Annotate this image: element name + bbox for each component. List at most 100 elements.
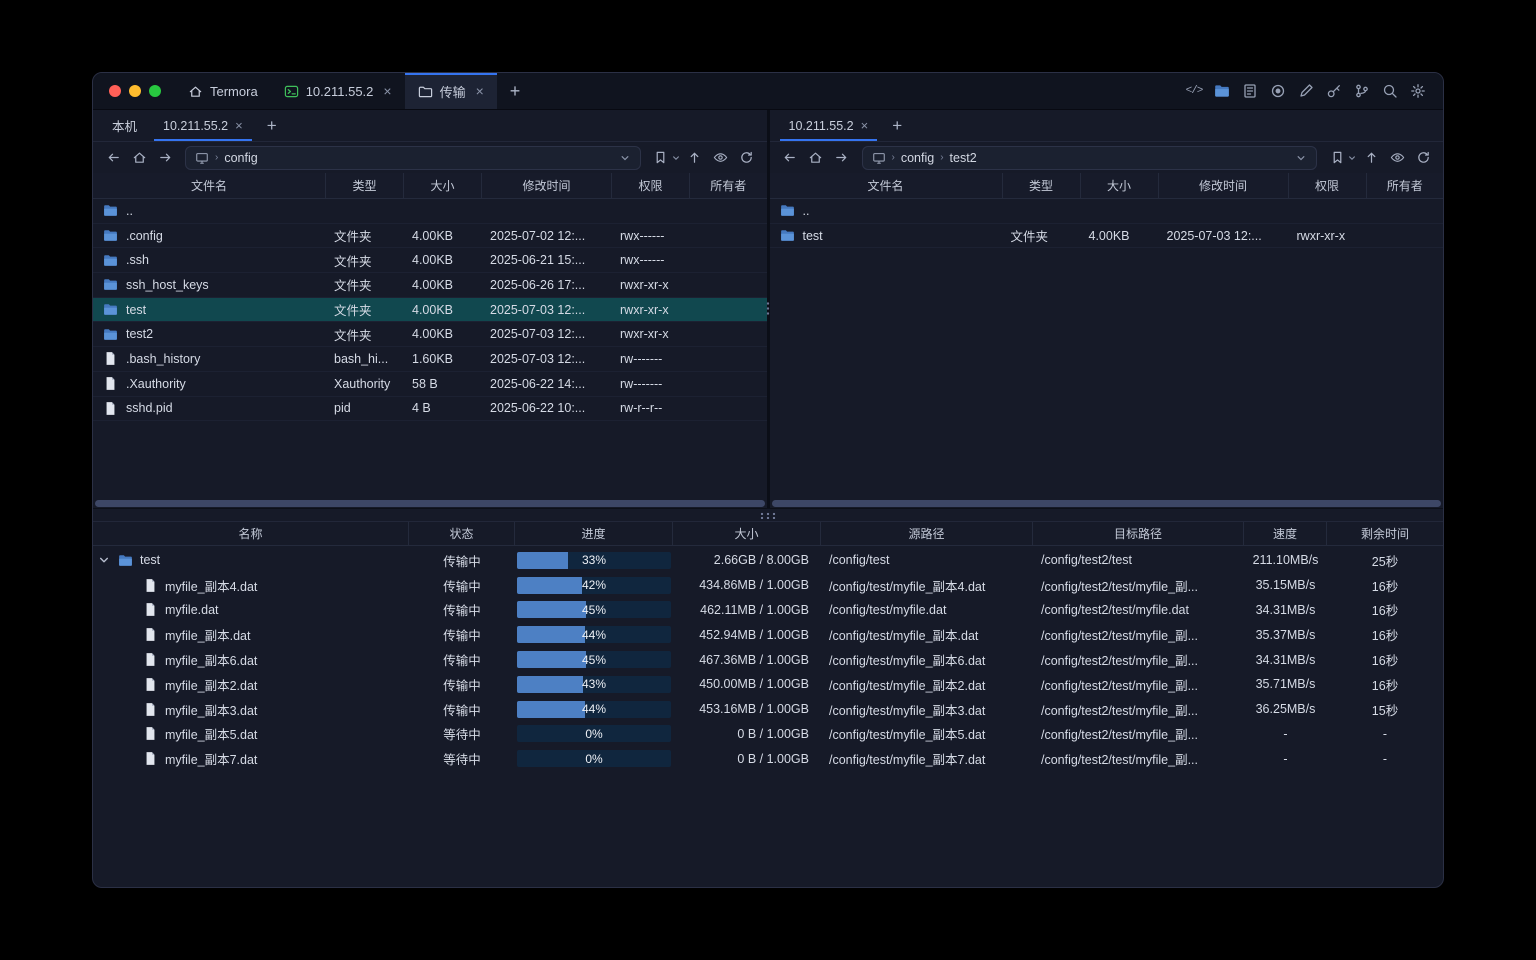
home-button[interactable] — [127, 146, 151, 170]
target-path-cell: /config/test2/test/myfile_副... — [1033, 724, 1244, 743]
record-icon[interactable] — [1266, 79, 1290, 103]
splitter-handle[interactable] — [759, 512, 777, 519]
table-cell: 4.00KB — [404, 278, 482, 292]
column-header[interactable]: 文件名 — [93, 173, 326, 198]
column-header[interactable]: 源路径 — [821, 522, 1033, 545]
column-header[interactable]: 目标路径 — [1033, 522, 1244, 545]
column-header[interactable]: 类型 — [1003, 173, 1081, 198]
left-path-bar[interactable]: ›config — [185, 146, 641, 170]
chevron-down-icon[interactable] — [1295, 152, 1307, 164]
zoom-window-button[interactable] — [149, 85, 161, 97]
folder-icon[interactable] — [1210, 79, 1234, 103]
horizontal-splitter[interactable] — [93, 508, 1443, 521]
right-new-tab-button[interactable]: + — [881, 110, 913, 141]
file-row[interactable]: .config文件夹4.00KB2025-07-02 12:...rwx----… — [93, 224, 767, 249]
column-header[interactable]: 修改时间 — [1159, 173, 1289, 198]
close-icon[interactable]: × — [383, 84, 391, 98]
file-row[interactable]: .bash_historybash_hi...1.60KB2025-07-03 … — [93, 347, 767, 372]
search-icon[interactable] — [1378, 79, 1402, 103]
back-button[interactable] — [778, 146, 802, 170]
transfer-row[interactable]: myfile_副本4.dat传输中42%434.86MB / 1.00GB/co… — [93, 573, 1443, 598]
column-header[interactable]: 所有者 — [1367, 173, 1444, 198]
file-row[interactable]: test文件夹4.00KB2025-07-03 12:...rwxr-xr-x — [93, 298, 767, 323]
file-row[interactable]: .. — [770, 199, 1444, 224]
forward-button[interactable] — [153, 146, 177, 170]
close-icon[interactable]: × — [476, 84, 484, 98]
chevron-down-icon[interactable] — [619, 152, 631, 164]
transfer-row[interactable]: myfile_副本3.dat传输中44%453.16MB / 1.00GB/co… — [93, 697, 1443, 722]
transfer-row[interactable]: test传输中33%2.66GB / 8.00GB/config/test/co… — [93, 548, 1443, 573]
settings-icon[interactable] — [1406, 79, 1430, 103]
scrollbar-thumb[interactable] — [95, 500, 765, 507]
close-icon[interactable]: × — [235, 119, 243, 132]
transfer-row[interactable]: myfile_副本7.dat等待中0%0 B / 1.00GB/config/t… — [93, 746, 1443, 771]
computer-icon — [872, 151, 886, 165]
file-row[interactable]: test2文件夹4.00KB2025-07-03 12:...rwxr-xr-x — [93, 322, 767, 347]
column-header[interactable]: 权限 — [1289, 173, 1367, 198]
column-header[interactable]: 剩余时间 — [1327, 522, 1443, 545]
show-hidden-files-button[interactable] — [709, 146, 733, 170]
upload-button[interactable] — [1359, 146, 1383, 170]
bookmark-dropdown-icon[interactable] — [1347, 153, 1357, 163]
column-header[interactable]: 大小 — [404, 173, 482, 198]
branch-icon[interactable] — [1350, 79, 1374, 103]
close-window-button[interactable] — [109, 85, 121, 97]
breadcrumb-segment[interactable]: config — [224, 151, 257, 165]
file-row[interactable]: .. — [93, 199, 767, 224]
column-header[interactable]: 文件名 — [770, 173, 1003, 198]
file-row[interactable]: sshd.pidpid4 B2025-06-22 10:...rw-r--r-- — [93, 397, 767, 422]
home-button[interactable] — [804, 146, 828, 170]
forward-button[interactable] — [830, 146, 854, 170]
titlebar-tab-transfer[interactable]: 传输× — [405, 73, 497, 109]
titlebar-tab-termora-home[interactable]: Termora — [175, 73, 271, 109]
file-row[interactable]: ssh_host_keys文件夹4.00KB2025-06-26 17:...r… — [93, 273, 767, 298]
file-row[interactable]: test文件夹4.00KB2025-07-03 12:...rwxr-xr-x — [770, 224, 1444, 249]
column-header[interactable]: 修改时间 — [482, 173, 612, 198]
transfer-row[interactable]: myfile_副本6.dat传输中45%467.36MB / 1.00GB/co… — [93, 647, 1443, 672]
bookmark-button[interactable] — [649, 146, 673, 170]
breadcrumb-segment[interactable]: config — [901, 151, 934, 165]
transfer-row[interactable]: myfile_副本2.dat传输中43%450.00MB / 1.00GB/co… — [93, 672, 1443, 697]
minimize-window-button[interactable] — [129, 85, 141, 97]
bookmark-button[interactable] — [1325, 146, 1349, 170]
column-header[interactable]: 大小 — [1081, 173, 1159, 198]
key-icon[interactable] — [1322, 79, 1346, 103]
file-row[interactable]: .XauthorityXauthority58 B2025-06-22 14:.… — [93, 372, 767, 397]
left-tab-local[interactable]: 本机 — [99, 110, 150, 141]
file-name-cell: .ssh — [93, 253, 326, 268]
file-row[interactable]: .ssh文件夹4.00KB2025-06-21 15:...rwx------ — [93, 248, 767, 273]
column-header[interactable]: 权限 — [612, 173, 690, 198]
left-new-tab-button[interactable]: + — [256, 110, 288, 141]
close-icon[interactable]: × — [861, 119, 869, 132]
breadcrumb-segment[interactable]: test2 — [950, 151, 977, 165]
column-header[interactable]: 大小 — [673, 522, 821, 545]
right-tab-remote-10-211-55-2[interactable]: 10.211.55.2× — [776, 110, 882, 141]
column-header[interactable]: 名称 — [93, 522, 409, 545]
chevron-down-icon[interactable] — [97, 553, 111, 567]
column-header[interactable]: 状态 — [409, 522, 515, 545]
edit-icon[interactable] — [1294, 79, 1318, 103]
column-header[interactable]: 所有者 — [690, 173, 767, 198]
upload-button[interactable] — [683, 146, 707, 170]
left-tab-remote-10-211-55-2[interactable]: 10.211.55.2× — [150, 110, 256, 141]
refresh-button[interactable] — [735, 146, 759, 170]
refresh-button[interactable] — [1411, 146, 1435, 170]
right-path-bar[interactable]: ›config›test2 — [862, 146, 1318, 170]
transfer-row[interactable]: myfile.dat传输中45%462.11MB / 1.00GB/config… — [93, 598, 1443, 623]
document-icon[interactable] — [1238, 79, 1262, 103]
scrollbar-thumb[interactable] — [772, 500, 1442, 507]
transfer-row[interactable]: myfile_副本.dat传输中44%452.94MB / 1.00GB/con… — [93, 622, 1443, 647]
back-button[interactable] — [101, 146, 125, 170]
table-cell: rwxr-xr-x — [612, 278, 690, 292]
transfer-row[interactable]: myfile_副本5.dat等待中0%0 B / 1.00GB/config/t… — [93, 722, 1443, 747]
new-window-tab-button[interactable]: + — [497, 73, 534, 109]
titlebar-tab-session-10-211-55-2[interactable]: 10.211.55.2× — [271, 73, 405, 109]
bookmark-dropdown-icon[interactable] — [671, 153, 681, 163]
column-header[interactable]: 速度 — [1244, 522, 1327, 545]
splitter-handle[interactable] — [766, 301, 770, 317]
column-header[interactable]: 进度 — [515, 522, 673, 545]
show-hidden-files-button[interactable] — [1385, 146, 1409, 170]
column-header[interactable]: 类型 — [326, 173, 404, 198]
vertical-splitter[interactable] — [767, 110, 770, 508]
code-icon[interactable]: </> — [1182, 79, 1206, 103]
